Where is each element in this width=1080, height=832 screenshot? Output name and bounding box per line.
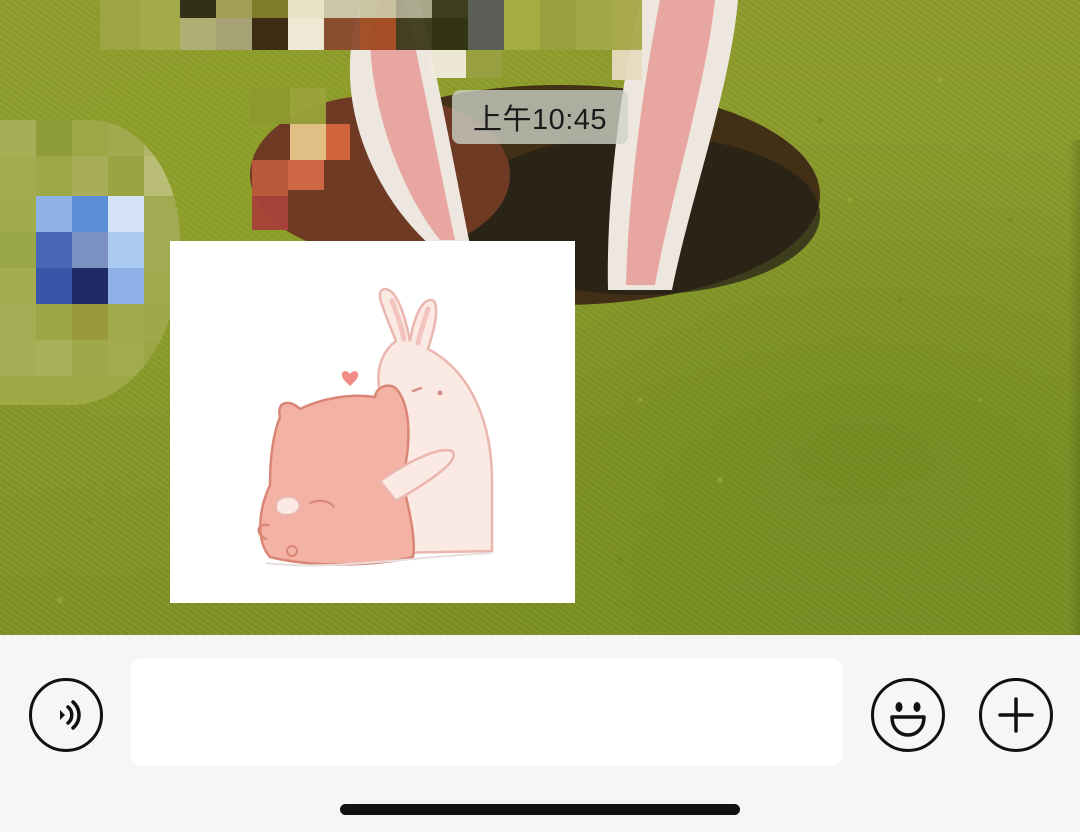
scroll-edge-shadow <box>1068 140 1080 635</box>
emoji-icon <box>890 702 926 737</box>
voice-icon <box>60 700 81 730</box>
more-options-button[interactable] <box>979 678 1053 752</box>
chat-background: 上午10:45 <box>0 0 1080 635</box>
voice-button[interactable] <box>29 678 103 752</box>
message-timestamp: 上午10:45 <box>452 90 628 144</box>
pig-bunny-hug-sticker <box>257 287 494 567</box>
home-indicator[interactable] <box>340 804 740 815</box>
emoji-button[interactable] <box>871 678 945 752</box>
sticker-message[interactable] <box>170 241 575 603</box>
message-text-input[interactable] <box>131 658 842 766</box>
plus-icon <box>998 697 1034 733</box>
